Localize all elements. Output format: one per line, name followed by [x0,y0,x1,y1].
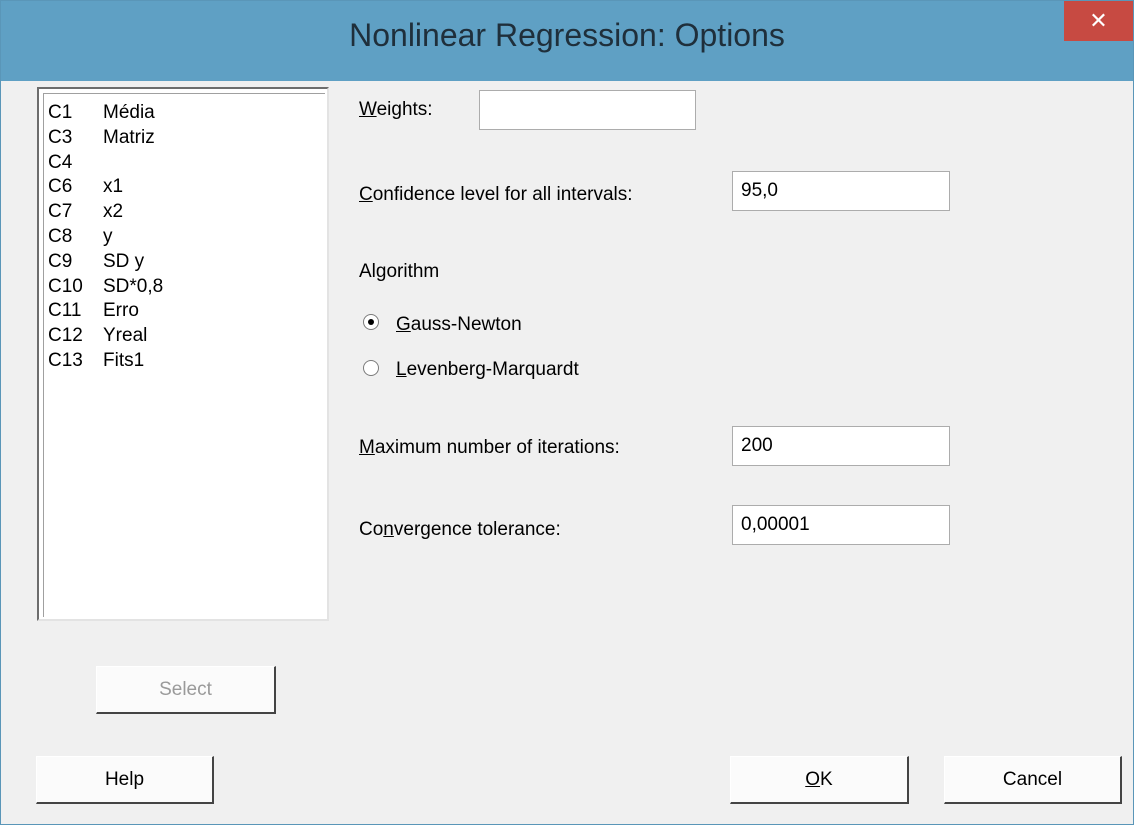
column-name: x2 [103,201,124,223]
levenberg-marquardt-radio[interactable] [363,360,379,376]
column-id: C12 [48,325,83,347]
ok-button[interactable]: OK [730,756,909,804]
column-id: C8 [48,226,73,247]
list-item[interactable]: C8 y [48,224,113,249]
list-item[interactable]: C11 Erro [48,298,139,323]
tolerance-label: Convergence tolerance: [359,519,561,540]
gauss-newton-radio[interactable] [363,314,379,330]
column-id: C6 [48,176,73,198]
column-id: C13 [48,350,83,371]
levenberg-marquardt-label[interactable]: Levenberg-Marquardt [396,359,579,381]
column-name: SD*0,8 [103,275,164,297]
column-name: SD y [103,250,145,272]
column-name: y [103,226,113,247]
weights-label: Weights: [359,99,433,120]
list-item[interactable]: C1 Média [48,100,155,125]
cancel-button[interactable]: Cancel [944,756,1122,804]
select-button[interactable]: Select [96,666,276,714]
max-iterations-input[interactable]: 200 [732,426,950,466]
confidence-label: Confidence level for all intervals: [359,184,633,205]
list-item[interactable]: C6 x1 [48,174,123,199]
confidence-input[interactable]: 95,0 [732,171,950,211]
list-item[interactable]: C3 Matriz [48,125,155,150]
help-button[interactable]: Help [36,756,214,804]
column-id: C9 [48,250,73,272]
dialog-window: Nonlinear Regression: Options ✕ C1 Média C… [0,0,1134,825]
weights-input[interactable] [479,90,696,130]
list-item[interactable]: C13 Fits1 [48,348,144,373]
column-id: C11 [48,300,82,322]
column-name: Média [103,102,155,123]
list-item[interactable]: C12 Yreal [48,323,147,348]
list-item[interactable]: C7 x2 [48,199,123,224]
column-name: Matriz [103,126,155,148]
dialog-title: Nonlinear Regression: Options [349,17,785,53]
list-item[interactable]: C10 SD*0,8 [48,274,163,299]
column-name: Erro [103,300,139,322]
close-button[interactable]: ✕ [1064,1,1133,41]
algorithm-heading: Algorithm [359,261,440,282]
column-id: C3 [48,126,73,148]
max-iterations-label: Maximum number of iterations: [359,437,620,458]
column-name: Yreal [103,325,148,347]
columns-list: C1 Média C3 Matriz C4 C6 x1 C7 x2 C8 y C9 SD y C10 SD*… [43,93,325,617]
columns-listbox[interactable]: C1 Média C3 Matriz C4 C6 x1 C7 x2 C8 y C9 SD y C10 SD*… [37,87,329,621]
column-id: C1 [48,102,73,123]
list-item[interactable]: C9 SD y [48,249,144,274]
tolerance-input[interactable]: 0,00001 [732,505,950,545]
close-icon: ✕ [1089,8,1108,33]
title-bar[interactable]: Nonlinear Regression: Options ✕ [1,1,1133,81]
column-id: C7 [48,201,73,223]
column-name: Fits1 [103,350,145,371]
column-id: C4 [48,151,73,173]
column-id: C10 [48,275,83,297]
column-name: x1 [103,176,124,198]
gauss-newton-label[interactable]: Gauss-Newton [396,314,522,336]
list-item[interactable]: C4 [48,150,103,175]
